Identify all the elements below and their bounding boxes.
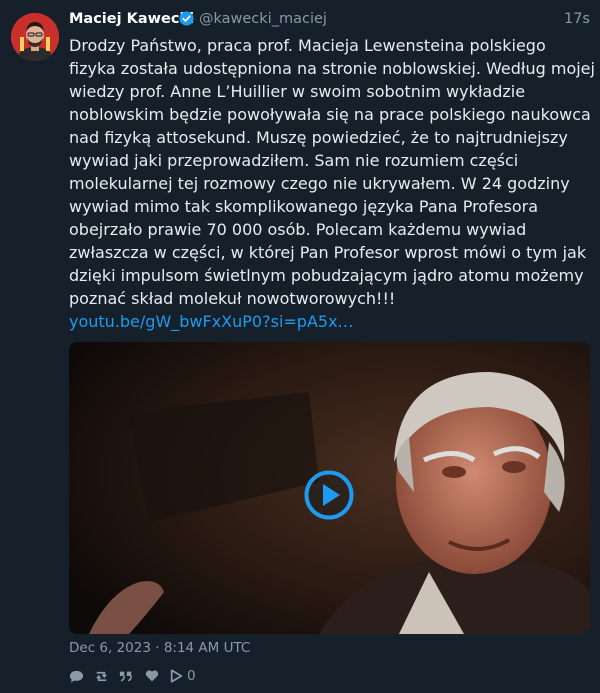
tweet-text: Drodzy Państwo, praca prof. Macieja Lewe… [69,36,595,308]
reply-icon [69,670,84,683]
play-icon [170,669,183,683]
like-button[interactable] [145,666,159,686]
verified-badge-icon [179,11,194,26]
tweet-link[interactable]: youtu.be/gW_bwFxXuP0?si=pA5x… [69,312,354,331]
views-button[interactable]: 0 [170,666,196,686]
tweet: Maciej Kawecki @kawecki_maciej 17s Drodz… [0,0,600,693]
retweet-button[interactable] [94,666,109,686]
heart-icon [145,670,159,682]
reply-button[interactable] [69,666,84,686]
views-count: 0 [187,668,196,684]
tweet-content: Drodzy Państwo, praca prof. Macieja Lewe… [69,34,595,333]
author-name[interactable]: Maciej Kawecki [69,11,194,27]
avatar[interactable] [11,13,59,61]
tweet-time[interactable]: 17s [564,11,590,27]
play-button[interactable] [304,470,354,520]
quote-icon [119,671,133,682]
play-icon [304,470,354,520]
tweet-header: Maciej Kawecki @kawecki_maciej 17s [69,9,590,31]
tweet-date[interactable]: Dec 6, 2023 · 8:14 AM UTC [69,640,250,656]
author-handle[interactable]: @kawecki_maciej [199,11,327,27]
quote-button[interactable] [119,666,133,686]
retweet-icon [96,671,107,681]
